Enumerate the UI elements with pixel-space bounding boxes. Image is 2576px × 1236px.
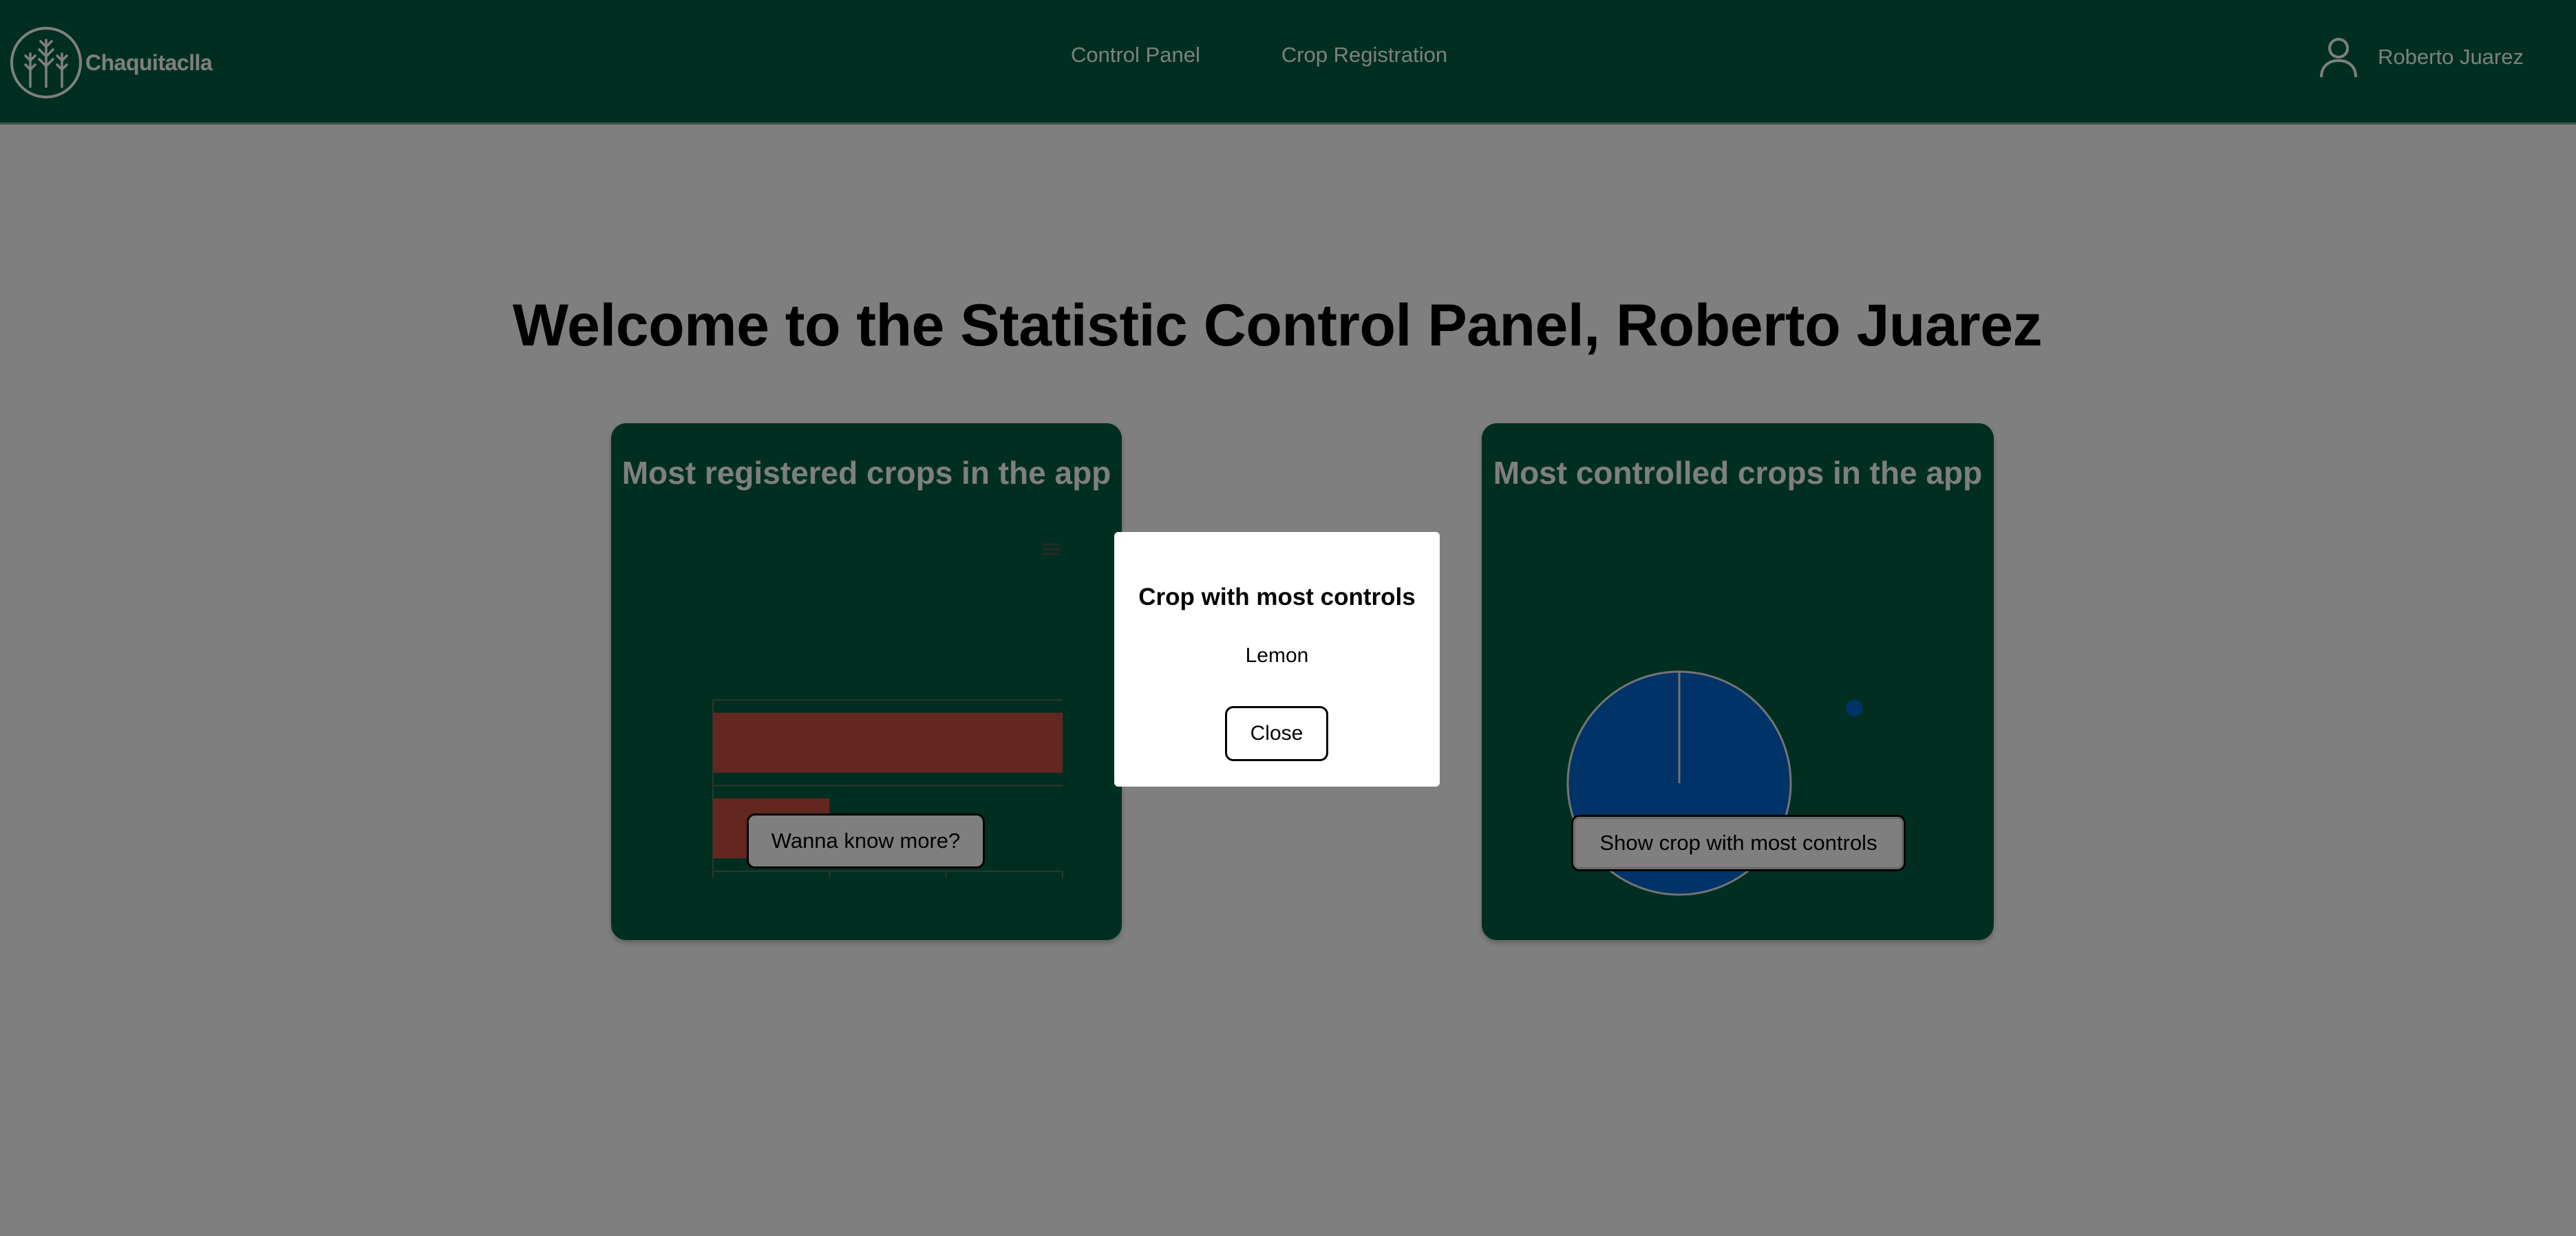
modal-body-text: Lemon: [1245, 644, 1309, 667]
crop-most-controls-modal: Crop with most controls Lemon Close: [1114, 532, 1440, 787]
modal-title: Crop with most controls: [1138, 584, 1416, 610]
modal-close-button[interactable]: Close: [1225, 706, 1328, 761]
